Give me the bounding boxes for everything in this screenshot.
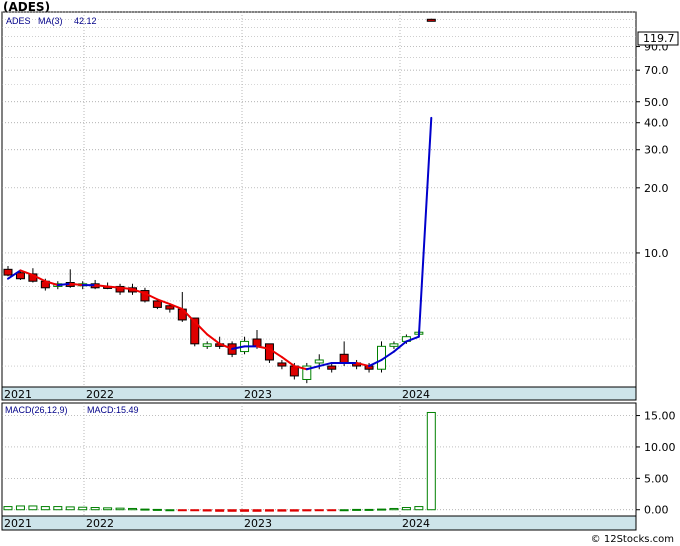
date-label: 2022: [86, 517, 114, 530]
macd-bar: [15, 505, 25, 511]
macd-tick-label: 10.00: [644, 441, 676, 454]
legend-ticker: ADES: [6, 16, 31, 26]
macd-bar: [389, 507, 399, 511]
macd-tick-label: 15.00: [644, 410, 676, 423]
macd-bar: [28, 505, 38, 511]
macd-bar: [3, 506, 13, 511]
stock-chart: 10.020.030.040.050.070.090.0 2021 2022 202…: [1, 11, 679, 531]
macd-bar: [78, 506, 88, 511]
macd-bar: [289, 509, 299, 512]
candle-body: [15, 272, 25, 280]
macd-tick-label: 5.00: [644, 472, 669, 485]
macd-tick-label: 0.00: [644, 504, 669, 517]
candle-body: [339, 353, 349, 364]
macd-bar: [128, 507, 137, 511]
macd-bar: [177, 509, 187, 512]
macd-bar: [252, 509, 262, 512]
date-label: 2021: [4, 517, 32, 530]
ma3-segment: [119, 286, 134, 291]
macd-bar: [426, 411, 436, 511]
macd-bar: [414, 506, 424, 511]
macd-bar: [140, 508, 150, 511]
date-label: 2021: [4, 388, 32, 401]
macd-bar: [90, 507, 100, 511]
price-tick-label: 30.0: [644, 144, 669, 157]
last-price-value: 119.7: [643, 32, 675, 45]
macd-bar: [377, 508, 386, 511]
macd-legend-label: MACD(26,12,9): [5, 405, 68, 415]
price-tick-label: 10.0: [644, 247, 669, 260]
candle-body: [277, 362, 287, 367]
price-tick-label: 20.0: [644, 182, 669, 195]
macd-bar: [165, 509, 175, 512]
price-tick-label: 70.0: [644, 64, 669, 77]
date-label: 2022: [86, 388, 114, 401]
macd-bar: [215, 509, 225, 512]
candle-body: [426, 18, 436, 22]
macd-bar: [302, 509, 312, 512]
candle-body: [327, 365, 337, 370]
macd-bar: [401, 507, 411, 511]
legend-ma-value: 42.12: [74, 16, 97, 26]
macd-bar: [65, 506, 75, 511]
macd-bar: [240, 509, 250, 512]
macd-bar: [339, 509, 349, 512]
macd-bar: [53, 506, 63, 511]
ma3-segment: [56, 282, 72, 287]
ma3-segment: [69, 282, 84, 287]
legend-ma-label: MA(3): [38, 16, 63, 26]
macd-bar: [314, 509, 324, 512]
macd-bar: [277, 509, 287, 512]
macd-bar: [115, 507, 125, 511]
price-panel-frame: [1, 11, 637, 401]
macd-bar: [352, 508, 362, 511]
footer-credit: © 12Stocks.com: [590, 534, 674, 545]
date-label: 2023: [244, 517, 272, 530]
macd-bar: [227, 509, 237, 512]
macd-axis: 0.00 5.00 10.00 15.00: [636, 410, 676, 517]
macd-bar: [103, 507, 113, 511]
candle-body: [389, 343, 399, 347]
candle-body: [202, 343, 212, 347]
candle-body: [152, 300, 162, 308]
macd-bar: [264, 509, 274, 512]
date-label: 2024: [402, 388, 430, 401]
ma3-segment: [94, 284, 109, 288]
macd-bar: [364, 508, 374, 511]
date-label: 2024: [402, 517, 430, 530]
price-axis: 10.020.030.040.050.070.090.0: [636, 41, 669, 260]
candle-body: [252, 338, 262, 347]
candle-body: [314, 359, 324, 364]
macd-bar: [202, 509, 212, 512]
price-tick-label: 40.0: [644, 117, 669, 130]
candle-body: [3, 268, 13, 276]
macd-bar: [190, 509, 200, 512]
date-label: 2023: [244, 388, 272, 401]
ma3-segment: [106, 285, 122, 289]
macd-legend-value: MACD:15.49: [87, 405, 139, 415]
macd-bar: [152, 508, 162, 511]
price-tick-label: 50.0: [644, 96, 669, 109]
macd-bar: [40, 506, 50, 511]
macd-bar: [327, 509, 337, 512]
